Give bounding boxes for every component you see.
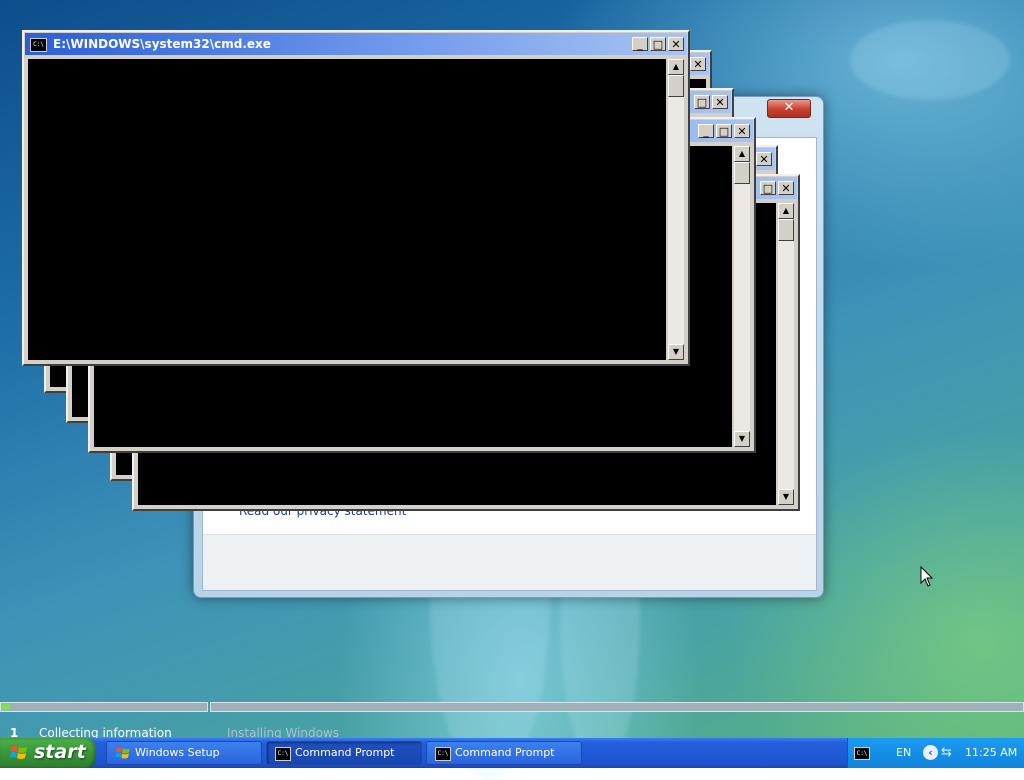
cmd-icon: C:\ <box>275 747 291 761</box>
vertical-scrollbar[interactable]: ▲ ▼ <box>668 59 684 360</box>
progress-fill <box>2 704 10 710</box>
scroll-thumb[interactable] <box>734 162 750 184</box>
scroll-down-arrow-icon[interactable]: ▼ <box>778 489 794 505</box>
taskbar-item-label: Command Prompt <box>455 746 555 759</box>
cmd-icon: C:\ <box>435 747 451 761</box>
maximize-button[interactable]: □ <box>650 37 666 51</box>
setup-footer <box>203 534 816 590</box>
taskbar-item-windows-setup[interactable]: Windows Setup <box>106 741 262 765</box>
scroll-up-arrow-icon[interactable]: ▲ <box>778 203 794 219</box>
cmd-tray-icon[interactable]: C:\ <box>854 747 870 760</box>
maximize-button[interactable]: □ <box>760 181 776 195</box>
wallpaper-streak <box>850 20 1010 100</box>
mouse-cursor-icon <box>920 566 934 587</box>
setup-progress-bar <box>0 702 208 712</box>
scroll-down-arrow-icon[interactable]: ▼ <box>734 431 750 447</box>
cmd-window-front[interactable]: C:\ E:\WINDOWS\system32\cmd.exe _ □ ✕ ▲ … <box>22 30 690 366</box>
close-button[interactable]: ✕ <box>734 124 750 138</box>
close-button[interactable]: ✕ <box>756 152 772 166</box>
cmd-titlebar[interactable]: C:\ E:\WINDOWS\system32\cmd.exe _ □ ✕ <box>25 33 687 55</box>
start-button[interactable]: start <box>0 738 96 768</box>
language-indicator[interactable]: EN <box>896 746 911 759</box>
taskbar-item-command-prompt[interactable]: C:\ Command Prompt <box>426 741 582 765</box>
close-button[interactable]: ✕ <box>668 37 684 51</box>
windows-setup-icon <box>115 747 130 759</box>
system-tray: C:\ EN ‹ ⇆ 11:25 AM <box>847 738 1024 768</box>
maximize-button[interactable]: □ <box>694 95 710 109</box>
vertical-scrollbar[interactable]: ▲ ▼ <box>734 146 750 447</box>
vertical-scrollbar[interactable]: ▲ ▼ <box>778 203 794 505</box>
window-title: E:\WINDOWS\system32\cmd.exe <box>53 37 271 51</box>
maximize-button[interactable]: □ <box>716 124 732 138</box>
windows-flag-icon <box>10 746 27 759</box>
taskbar-item-label: Command Prompt <box>295 746 395 759</box>
minimize-button[interactable]: _ <box>698 124 714 138</box>
scroll-up-arrow-icon[interactable]: ▲ <box>668 59 684 75</box>
setup-progress-bar-remaining <box>210 702 1024 712</box>
network-icon[interactable]: ⇆ <box>941 745 952 760</box>
close-button[interactable]: ✕ <box>690 57 706 71</box>
taskbar-item-command-prompt[interactable]: C:\ Command Prompt <box>266 741 422 765</box>
scroll-thumb[interactable] <box>778 219 794 241</box>
start-label: start <box>34 741 86 763</box>
taskbar: start Windows Setup C:\ Command Prompt C… <box>0 738 1024 768</box>
taskbar-item-label: Windows Setup <box>135 746 220 759</box>
clock[interactable]: 11:25 AM <box>965 746 1017 759</box>
console-area[interactable] <box>28 59 666 360</box>
scroll-thumb[interactable] <box>668 75 684 97</box>
cmd-icon: C:\ <box>30 38 47 52</box>
scroll-up-arrow-icon[interactable]: ▲ <box>734 146 750 162</box>
close-button[interactable]: ✕ <box>712 95 728 109</box>
show-hidden-icons-chevron-icon[interactable]: ‹ <box>923 745 938 760</box>
scroll-down-arrow-icon[interactable]: ▼ <box>668 344 684 360</box>
setup-close-button[interactable]: ✕ <box>767 99 811 118</box>
close-button[interactable]: ✕ <box>778 181 794 195</box>
minimize-button[interactable]: _ <box>632 37 648 51</box>
